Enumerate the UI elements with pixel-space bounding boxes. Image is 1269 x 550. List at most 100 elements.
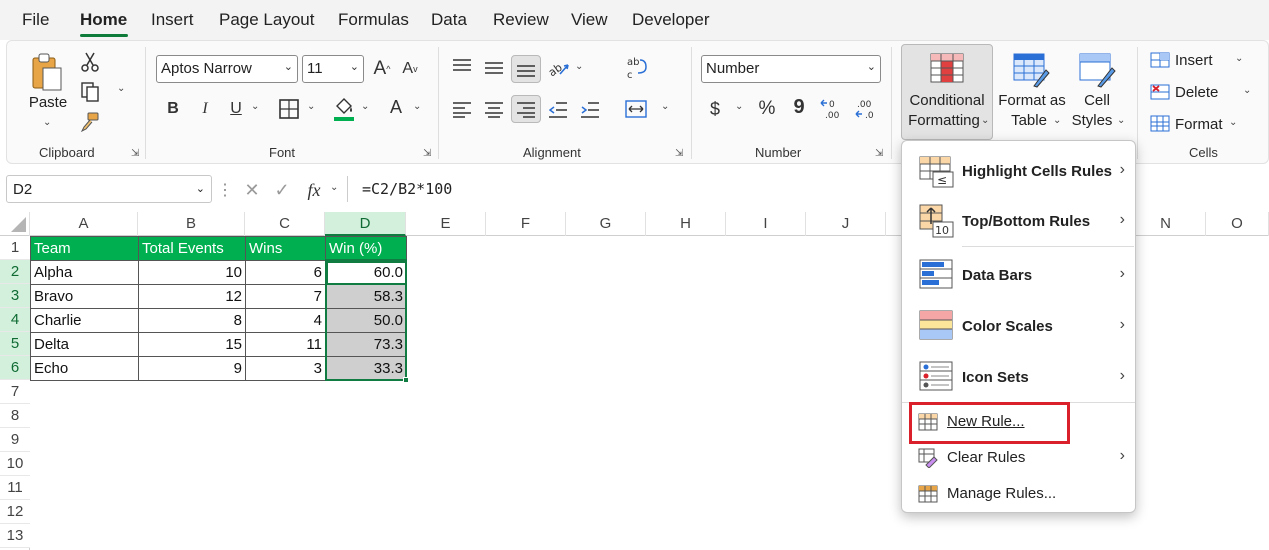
borders-icon[interactable] [277, 97, 301, 121]
decrease-indent-icon[interactable] [547, 99, 569, 121]
row-header-6[interactable]: 6 [0, 356, 30, 380]
wrap-text-icon[interactable]: ab c [625, 53, 649, 83]
align-top-icon[interactable] [451, 55, 473, 77]
shrink-font-icon[interactable]: Av [399, 55, 421, 83]
menu-item-top-bottom-rules[interactable]: 10 Top/Bottom Rules › [902, 197, 1135, 245]
italic-button[interactable]: I [194, 95, 216, 123]
row-header-4[interactable]: 4 [0, 308, 30, 332]
align-right-icon[interactable] [515, 99, 537, 121]
table-header-cell[interactable]: Wins [246, 237, 326, 261]
align-bottom-icon[interactable] [515, 59, 537, 81]
fill-color-icon[interactable] [331, 95, 357, 123]
paste-label[interactable]: Paste [25, 93, 71, 113]
borders-chevron-icon[interactable]: ⌄ [307, 101, 315, 112]
cell-styles-chevron-icon[interactable]: ⌄ [1117, 115, 1125, 126]
format-as-table-label-line1[interactable]: Format as [995, 91, 1069, 111]
menu-item-color-scales[interactable]: Color Scales › [902, 302, 1135, 350]
column-header-A[interactable]: A [30, 212, 138, 236]
align-left-icon[interactable] [451, 99, 473, 121]
tab-home[interactable]: Home [80, 10, 127, 30]
format-painter-icon[interactable] [79, 111, 101, 133]
font-name-combobox[interactable]: Aptos Narrow ⌄ [156, 55, 298, 83]
table-cell[interactable]: 7 [246, 285, 326, 309]
delete-chevron-icon[interactable]: ⌄ [1243, 85, 1251, 96]
cell-styles-label-line1[interactable]: Cell [1079, 91, 1115, 111]
number-format-combobox[interactable]: Number ⌄ [701, 55, 881, 83]
selected-cell[interactable]: 33.3 [326, 357, 407, 381]
function-chevron-icon[interactable]: ⌄ [330, 182, 338, 193]
table-cell[interactable]: 6 [246, 261, 326, 285]
orientation-icon[interactable]: ab [547, 57, 571, 79]
selected-cell[interactable]: 73.3 [326, 333, 407, 357]
column-header-J[interactable]: J [806, 212, 886, 236]
delete-cells-icon[interactable] [1149, 81, 1171, 101]
select-all-corner[interactable] [0, 212, 30, 236]
table-cell[interactable]: 10 [139, 261, 246, 285]
increase-indent-icon[interactable] [579, 99, 601, 121]
paste-icon[interactable] [29, 51, 65, 93]
merge-center-icon[interactable] [623, 97, 649, 121]
column-header-E[interactable]: E [406, 212, 486, 236]
column-header-H[interactable]: H [646, 212, 726, 236]
format-as-table-icon[interactable] [1011, 51, 1051, 89]
percent-button[interactable]: % [755, 95, 779, 123]
font-size-combobox[interactable]: 11 ⌄ [302, 55, 364, 83]
row-header-13[interactable]: 13 [0, 524, 30, 548]
cancel-icon[interactable]: ✕ [240, 178, 264, 202]
insert-function-button[interactable]: fx [302, 178, 326, 202]
selected-cell[interactable]: 50.0 [326, 309, 407, 333]
row-header-12[interactable]: 12 [0, 500, 30, 524]
fill-handle[interactable] [403, 377, 409, 383]
comma-style-button[interactable]: 9 [791, 93, 807, 121]
row-header-7[interactable]: 7 [0, 380, 30, 404]
cell-styles-icon[interactable] [1077, 51, 1117, 89]
table-cell[interactable]: Echo [31, 357, 139, 381]
insert-cells-icon[interactable] [1149, 49, 1171, 69]
tab-page-layout[interactable]: Page Layout [219, 10, 314, 30]
underline-button[interactable]: U [225, 95, 247, 123]
table-cell[interactable]: 3 [246, 357, 326, 381]
more-options-icon[interactable]: ⋮ [217, 180, 233, 200]
table-cell[interactable]: Alpha [31, 261, 139, 285]
orientation-chevron-icon[interactable]: ⌄ [575, 61, 583, 72]
row-header-11[interactable]: 11 [0, 476, 30, 500]
font-color-button[interactable]: A [385, 93, 407, 121]
table-header-cell[interactable]: Total Events [139, 237, 246, 261]
tab-developer[interactable]: Developer [632, 10, 710, 30]
menu-item-clear-rules[interactable]: Clear Rules › [902, 441, 1135, 475]
clipboard-launcher-icon[interactable]: ⇲ [131, 148, 139, 159]
tab-formulas[interactable]: Formulas [338, 10, 409, 30]
menu-item-data-bars[interactable]: Data Bars › [902, 251, 1135, 299]
decrease-decimal-icon[interactable]: .00.0 [853, 95, 881, 123]
format-cells-label[interactable]: Format [1175, 115, 1223, 135]
bold-button[interactable]: B [162, 95, 184, 123]
row-header-3[interactable]: 3 [0, 284, 30, 308]
table-cell[interactable]: 12 [139, 285, 246, 309]
cell-styles-label-line2[interactable]: Styles [1069, 111, 1115, 131]
fill-color-chevron-icon[interactable]: ⌄ [361, 101, 369, 112]
delete-cells-label[interactable]: Delete [1175, 83, 1218, 103]
menu-item-icon-sets[interactable]: Icon Sets › [902, 353, 1135, 401]
table-cell[interactable]: Charlie [31, 309, 139, 333]
column-header-G[interactable]: G [566, 212, 646, 236]
name-box[interactable]: D2 ⌄ [6, 175, 212, 203]
tab-file[interactable]: File [22, 10, 49, 30]
alignment-launcher-icon[interactable]: ⇲ [675, 148, 683, 159]
row-header-1[interactable]: 1 [0, 236, 30, 260]
column-header-F[interactable]: F [486, 212, 566, 236]
font-color-chevron-icon[interactable]: ⌄ [413, 101, 421, 112]
tab-data[interactable]: Data [431, 10, 467, 30]
increase-decimal-icon[interactable]: 0.00 [819, 95, 847, 123]
paste-chevron-icon[interactable]: ⌄ [43, 117, 51, 128]
row-header-9[interactable]: 9 [0, 428, 30, 452]
insert-cells-label[interactable]: Insert [1175, 51, 1213, 71]
table-cell[interactable]: 4 [246, 309, 326, 333]
row-header-5[interactable]: 5 [0, 332, 30, 356]
table-cell[interactable]: 11 [246, 333, 326, 357]
column-header-C[interactable]: C [245, 212, 325, 236]
copy-chevron-icon[interactable]: ⌄ [117, 83, 125, 94]
tab-review[interactable]: Review [493, 10, 549, 30]
underline-chevron-icon[interactable]: ⌄ [251, 101, 259, 112]
table-cell[interactable]: Delta [31, 333, 139, 357]
table-header-cell[interactable]: Team [31, 237, 139, 261]
